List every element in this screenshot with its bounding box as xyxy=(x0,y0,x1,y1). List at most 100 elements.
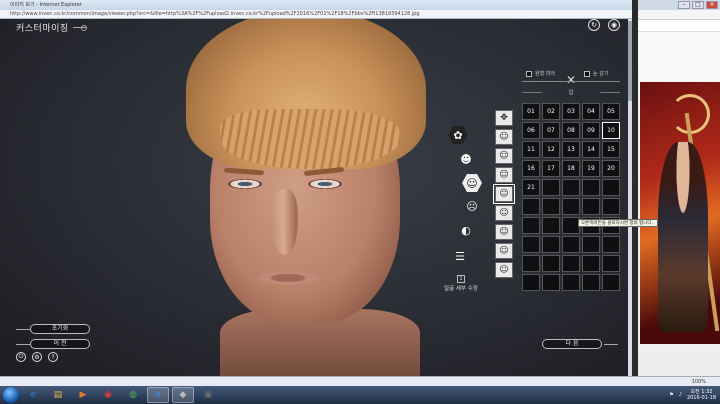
preset-cell[interactable]: 13 xyxy=(562,141,580,158)
part-forehead-icon[interactable]: ☺ xyxy=(495,129,513,145)
ie-taskbar-icon[interactable]: e xyxy=(22,387,44,403)
detail-adjust-icon[interactable]: ☰ xyxy=(450,246,470,266)
part-eyes-icon[interactable]: ☺ xyxy=(495,167,513,183)
app-taskbar-icon[interactable]: ◉ xyxy=(97,387,119,403)
reset-button[interactable]: 초기화 xyxy=(30,324,90,334)
empty-preset-cell[interactable] xyxy=(542,179,560,196)
explorer-taskbar-icon[interactable]: ▤ xyxy=(47,387,69,403)
browser-title-bar: 이미지 보기 - Internet Explorer xyxy=(0,0,640,10)
empty-preset-cell[interactable] xyxy=(522,217,540,234)
mirror-checkbox-box[interactable] xyxy=(526,70,532,77)
maximize-icon[interactable]: □ xyxy=(692,1,704,9)
empty-preset-cell[interactable] xyxy=(602,236,620,253)
empty-preset-cell[interactable] xyxy=(522,198,540,215)
power-icon[interactable]: ⏻ xyxy=(16,352,26,362)
game-taskbar-icon[interactable]: ◆ xyxy=(172,387,194,403)
empty-preset-cell[interactable] xyxy=(522,274,540,291)
preset-cell[interactable]: 07 xyxy=(542,122,560,139)
empty-preset-cell[interactable] xyxy=(602,198,620,215)
empty-preset-cell[interactable] xyxy=(522,255,540,272)
empty-preset-cell[interactable] xyxy=(582,274,600,291)
scrollbar-thumb[interactable] xyxy=(628,21,632,101)
empty-preset-cell[interactable] xyxy=(562,179,580,196)
next-button[interactable]: 다 음 xyxy=(542,339,602,349)
empty-preset-cell[interactable] xyxy=(562,274,580,291)
preset-cell[interactable]: 21 xyxy=(522,179,540,196)
preset-cell[interactable]: 19 xyxy=(582,160,600,177)
previous-button[interactable]: 이 전 xyxy=(30,339,90,349)
empty-preset-cell[interactable] xyxy=(582,255,600,272)
empty-preset-cell[interactable] xyxy=(602,274,620,291)
settings-icon[interactable]: ⚙ xyxy=(32,352,42,362)
chrome-taskbar-icon[interactable]: ◍ xyxy=(122,387,144,403)
help-icon[interactable]: ? xyxy=(48,352,58,362)
preset-cell[interactable]: 03 xyxy=(562,103,580,120)
part-chin-icon[interactable]: ☺ xyxy=(495,262,513,278)
close-eyes-checkbox[interactable]: 눈 감기 xyxy=(584,70,608,77)
part-nose-icon[interactable]: ☺ xyxy=(493,184,515,204)
game-promo-banner[interactable] xyxy=(640,82,720,344)
preset-cell[interactable]: 08 xyxy=(562,122,580,139)
preset-cell[interactable]: 15 xyxy=(602,141,620,158)
overall-face-icon[interactable]: ✿ xyxy=(448,126,468,144)
empty-preset-cell[interactable] xyxy=(562,255,580,272)
media-taskbar-icon[interactable]: ▶ xyxy=(72,387,94,403)
ie2-taskbar-icon[interactable]: e xyxy=(147,387,169,403)
part-cheek-icon[interactable]: ☺ xyxy=(495,205,513,221)
address-url[interactable]: http://www.inven.co.kr/common/image/view… xyxy=(10,11,420,17)
preset-cell[interactable]: 06 xyxy=(522,122,540,139)
empty-preset-cell[interactable] xyxy=(542,255,560,272)
preset-cell[interactable]: 20 xyxy=(602,160,620,177)
refresh-icon[interactable]: ↻ xyxy=(588,19,600,31)
makeup-icon[interactable]: ☹ xyxy=(462,196,482,216)
clock[interactable]: 오전 1:32 2016-01-18 xyxy=(687,389,716,401)
vertical-scrollbar[interactable] xyxy=(628,19,632,376)
preset-cell[interactable]: 05 xyxy=(602,103,620,120)
preset-cell[interactable]: 18 xyxy=(562,160,580,177)
part-jaw-icon[interactable]: ☺ xyxy=(495,224,513,240)
eye-icon[interactable]: ◉ xyxy=(608,19,620,31)
face-detail-icon[interactable]: ☺ xyxy=(462,174,482,192)
character-face-preview[interactable] xyxy=(180,19,440,376)
tattoo-icon[interactable]: ◐ xyxy=(456,220,476,240)
preset-cell[interactable]: 12 xyxy=(542,141,560,158)
screen-title-text: 커스터마이징 xyxy=(16,24,69,34)
empty-preset-cell[interactable] xyxy=(562,236,580,253)
minimize-icon[interactable]: – xyxy=(678,1,690,9)
close-eyes-checkbox-box[interactable] xyxy=(584,70,590,77)
empty-preset-cell[interactable] xyxy=(542,198,560,215)
part-head-shape-icon[interactable]: ✥ xyxy=(495,110,513,126)
empty-preset-cell[interactable] xyxy=(582,236,600,253)
hairstyle-icon[interactable]: ☻ xyxy=(456,149,476,169)
preset-cell[interactable]: 10 xyxy=(602,122,620,139)
app2-taskbar-icon[interactable]: ▣ xyxy=(197,387,219,403)
empty-preset-cell[interactable] xyxy=(602,255,620,272)
empty-preset-cell[interactable] xyxy=(602,179,620,196)
preset-cell[interactable]: 09 xyxy=(582,122,600,139)
empty-preset-cell[interactable] xyxy=(542,236,560,253)
preset-cell[interactable]: 04 xyxy=(582,103,600,120)
divider xyxy=(522,81,620,82)
right-eye xyxy=(308,179,342,189)
empty-preset-cell[interactable] xyxy=(522,236,540,253)
preset-cell[interactable]: 14 xyxy=(582,141,600,158)
preset-cell[interactable]: 02 xyxy=(542,103,560,120)
windows-taskbar: e ▤ ▶ ◉ ◍ e ◆ ▣ ⚑ ♪ 오전 1:32 2016-01-18 xyxy=(0,386,720,404)
preset-cell[interactable]: 16 xyxy=(522,160,540,177)
preset-cell[interactable]: 17 xyxy=(542,160,560,177)
empty-preset-cell[interactable] xyxy=(542,274,560,291)
mirror-checkbox[interactable]: 원형 미러 xyxy=(526,70,555,77)
preset-cell[interactable]: 11 xyxy=(522,141,540,158)
empty-preset-cell[interactable] xyxy=(582,198,600,215)
close-icon[interactable]: × xyxy=(706,1,718,9)
volume-icon[interactable]: ♪ xyxy=(679,392,682,398)
empty-preset-cell[interactable] xyxy=(582,179,600,196)
address-bar[interactable]: http://www.inven.co.kr/common/image/view… xyxy=(0,10,640,19)
empty-preset-cell[interactable] xyxy=(562,198,580,215)
start-button[interactable] xyxy=(3,387,19,403)
part-lips-icon[interactable]: ☺ xyxy=(495,243,513,259)
preset-cell[interactable]: 01 xyxy=(522,103,540,120)
part-brow-icon[interactable]: ☺ xyxy=(495,148,513,164)
empty-preset-cell[interactable] xyxy=(542,217,560,234)
flag-icon[interactable]: ⚑ xyxy=(669,392,673,398)
